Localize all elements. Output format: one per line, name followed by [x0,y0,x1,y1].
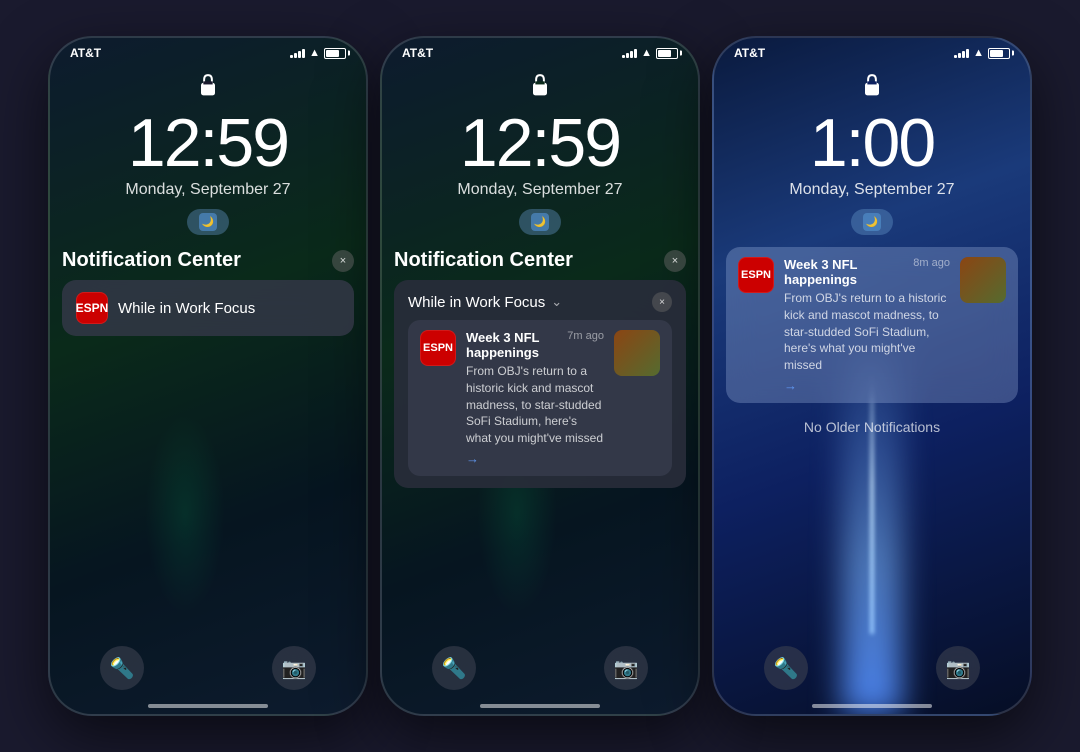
chevron-down-icon-2: ⌄ [551,294,562,310]
focus-pill-1: 🌙 [187,209,229,235]
notif-group-label-1: While in Work Focus [118,300,340,317]
lock-icon-2 [382,72,698,105]
home-indicator-2 [480,704,600,708]
carrier-3: AT&T [734,46,765,60]
signal-icon-3 [954,48,969,58]
clock-time-3: 1:00 [714,109,1030,177]
nc-close-1[interactable]: × [332,250,354,272]
status-icons-2: ▲ [622,47,678,59]
signal-icon-2 [622,48,637,58]
battery-icon-1 [324,48,346,59]
no-older-notifications-3: No Older Notifications [714,419,1030,435]
collapsed-notification-1[interactable]: ESPN While in Work Focus [62,280,354,336]
camera-button-1[interactable]: 📷 [272,646,316,690]
notif-item-header-2: Week 3 NFL happenings 7m ago [466,330,604,360]
status-icons-3: ▲ [954,47,1010,59]
notif-item-body-2: From OBJ's return to a historic kick and… [466,363,604,447]
battery-icon-3 [988,48,1010,59]
focus-indicator-2: 🌙 [382,209,698,235]
lockscreen-notification-3[interactable]: ESPN Week 3 NFL happenings 8m ago From O… [726,247,1018,403]
bottom-controls-3: 🔦 📷 [714,646,1030,690]
camera-button-3[interactable]: 📷 [936,646,980,690]
notif-group-text-1: While in Work Focus [118,300,255,317]
status-bar-1: AT&T ▲ [50,38,366,64]
espn-icon-3: ESPN [738,257,774,293]
clock-time-1: 12:59 [50,109,366,177]
flashlight-icon-3: 🔦 [774,656,799,681]
expanded-notification-2: While in Work Focus ⌄ × ESPN Week 3 NFL … [394,280,686,488]
focus-icon-2: 🌙 [531,213,549,231]
notif-content-2: Week 3 NFL happenings 7m ago From OBJ's … [466,330,604,466]
notif-arrow-2: → [466,451,604,466]
nc-close-2[interactable]: × [664,250,686,272]
carrier-1: AT&T [70,46,101,60]
clock-time-2: 12:59 [382,109,698,177]
notif-exp-header-2: While in Work Focus ⌄ × [408,292,672,312]
app-container: AT&T ▲ 12:59 [0,0,1080,752]
flashlight-icon-2: 🔦 [442,656,467,681]
flashlight-button-2[interactable]: 🔦 [432,646,476,690]
camera-icon-3: 📷 [946,656,971,681]
notif-item-header-3: Week 3 NFL happenings 8m ago [784,257,950,287]
notif-close-2[interactable]: × [652,292,672,312]
focus-icon-3: 🌙 [863,213,881,231]
notif-item-time-2: 7m ago [567,330,604,342]
camera-icon-1: 📷 [282,656,307,681]
notif-item-title-3: Week 3 NFL happenings [784,257,905,287]
focus-pill-2: 🌙 [519,209,561,235]
notif-thumbnail-3 [960,257,1006,303]
focus-icon-1: 🌙 [199,213,217,231]
notif-item-time-3: 8m ago [913,257,950,269]
clock-date-2: Monday, September 27 [382,181,698,199]
nc-header-1: Notification Center × [62,249,354,272]
wifi-icon-2: ▲ [641,47,652,59]
lock-icon-1 [50,72,366,105]
wifi-icon-1: ▲ [309,47,320,59]
focus-indicator-3: 🌙 [714,209,1030,235]
status-bar-2: AT&T ▲ [382,38,698,64]
lock-icon-3 [714,72,1030,105]
phone-2: AT&T ▲ 12:59 [380,36,700,716]
notif-exp-group-2[interactable]: While in Work Focus ⌄ [408,294,562,311]
bottom-controls-1: 🔦 📷 [50,646,366,690]
flashlight-button-1[interactable]: 🔦 [100,646,144,690]
notif-item-2[interactable]: ESPN Week 3 NFL happenings 7m ago From O… [408,320,672,476]
carrier-2: AT&T [402,46,433,60]
focus-pill-3: 🌙 [851,209,893,235]
espn-app-icon-1: ESPN [76,292,108,324]
notification-center-2: Notification Center × While in Work Focu… [394,249,686,488]
flashlight-button-3[interactable]: 🔦 [764,646,808,690]
status-bar-3: AT&T ▲ [714,38,1030,64]
notification-center-1: Notification Center × ESPN While in Work… [62,249,354,336]
clock-date-3: Monday, September 27 [714,181,1030,199]
notif-exp-title-2: While in Work Focus [408,294,545,311]
camera-button-2[interactable]: 📷 [604,646,648,690]
notif-item-body-3: From OBJ's return to a historic kick and… [784,290,950,374]
notif-content-3: Week 3 NFL happenings 8m ago From OBJ's … [784,257,950,393]
nc-header-2: Notification Center × [394,249,686,272]
home-indicator-1 [148,704,268,708]
espn-icon-2: ESPN [420,330,456,366]
nc-title-1: Notification Center [62,249,241,272]
home-indicator-3 [812,704,932,708]
notif-arrow-3: → [784,378,950,393]
battery-icon-2 [656,48,678,59]
bottom-controls-2: 🔦 📷 [382,646,698,690]
phone-1: AT&T ▲ 12:59 [48,36,368,716]
camera-icon-2: 📷 [614,656,639,681]
flashlight-icon-1: 🔦 [110,656,135,681]
nc-title-2: Notification Center [394,249,573,272]
status-icons-1: ▲ [290,47,346,59]
notif-thumbnail-2 [614,330,660,376]
phone-3: AT&T ▲ 1:00 [712,36,1032,716]
wifi-icon-3: ▲ [973,47,984,59]
notif-item-title-2: Week 3 NFL happenings [466,330,559,360]
focus-indicator-1: 🌙 [50,209,366,235]
clock-date-1: Monday, September 27 [50,181,366,199]
signal-icon-1 [290,48,305,58]
